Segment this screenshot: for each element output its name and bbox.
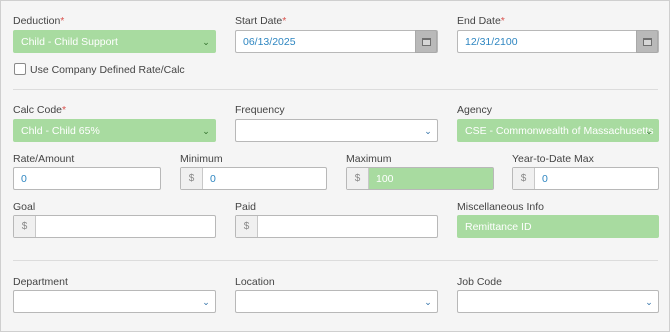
agency-label: Agency (457, 104, 493, 116)
rate-amount-value: 0 (21, 172, 27, 185)
ytd-max-input[interactable]: $ 0 (512, 167, 659, 190)
maximum-input[interactable]: $ 100 (346, 167, 494, 190)
minimum-label: Minimum (180, 153, 223, 165)
job-code-label: Job Code (457, 276, 502, 288)
calc-code-label: Calc Code* (13, 104, 66, 116)
location-select[interactable]: ⌄ (235, 290, 438, 313)
calc-code-value: Chld - Child 65% (21, 124, 100, 137)
chevron-down-icon: ⌄ (424, 125, 432, 136)
chevron-down-icon: ⌄ (202, 125, 210, 136)
goal-label: Goal (13, 201, 36, 213)
minimum-value: 0 (210, 172, 216, 185)
deduction-select[interactable]: Child - Child Support ⌄ (13, 30, 216, 53)
calendar-icon (421, 37, 431, 46)
currency-prefix: $ (181, 168, 203, 189)
start-date-value: 06/13/2025 (243, 35, 296, 48)
use-company-rate-checkbox[interactable] (14, 63, 26, 75)
section-divider (13, 89, 658, 90)
ytd-max-label: Year-to-Date Max (512, 153, 594, 165)
misc-info-input[interactable]: Remittance ID (457, 215, 659, 238)
end-date-calendar-button[interactable] (636, 30, 658, 53)
chevron-down-icon: ⌄ (645, 125, 653, 136)
required-marker: * (62, 104, 67, 116)
misc-info-label: Miscellaneous Info (457, 201, 544, 213)
start-date-label-text: Start Date (235, 15, 283, 27)
frequency-label: Frequency (235, 104, 285, 116)
chevron-down-icon: ⌄ (424, 296, 432, 307)
goal-input[interactable]: $ (13, 215, 216, 238)
department-label: Department (13, 276, 68, 288)
department-select[interactable]: ⌄ (13, 290, 216, 313)
currency-prefix: $ (347, 168, 369, 189)
end-date-label: End Date* (457, 15, 505, 27)
currency-prefix: $ (513, 168, 535, 189)
chevron-down-icon: ⌄ (202, 296, 210, 307)
misc-info-value: Remittance ID (465, 220, 532, 233)
required-marker: * (500, 15, 505, 27)
end-date-value: 12/31/2100 (465, 35, 518, 48)
maximum-value: 100 (376, 172, 394, 185)
required-marker: * (282, 15, 287, 27)
agency-value: CSE - Commonwealth of Massachusetts (465, 124, 654, 137)
start-date-input[interactable]: 06/13/2025 (235, 30, 438, 53)
paid-input[interactable]: $ (235, 215, 438, 238)
end-date-input[interactable]: 12/31/2100 (457, 30, 659, 53)
calendar-icon (642, 37, 652, 46)
agency-select[interactable]: CSE - Commonwealth of Massachusetts ⌄ (457, 119, 659, 142)
currency-prefix: $ (236, 216, 258, 237)
start-date-calendar-button[interactable] (415, 30, 437, 53)
section-divider (13, 260, 658, 261)
location-label: Location (235, 276, 275, 288)
job-code-select[interactable]: ⌄ (457, 290, 659, 313)
required-marker: * (60, 15, 65, 27)
rate-amount-input[interactable]: 0 (13, 167, 161, 190)
calc-code-select[interactable]: Chld - Child 65% ⌄ (13, 119, 216, 142)
paid-label: Paid (235, 201, 257, 213)
maximum-label: Maximum (346, 153, 392, 165)
currency-prefix: $ (14, 216, 36, 237)
deduction-form-panel: Deduction* Child - Child Support ⌄ Start… (0, 0, 670, 332)
start-date-label: Start Date* (235, 15, 286, 27)
end-date-label-text: End Date (457, 15, 501, 27)
use-company-rate-label: Use Company Defined Rate/Calc (30, 64, 185, 76)
rate-amount-label: Rate/Amount (13, 153, 75, 165)
deduction-label: Deduction* (13, 15, 64, 27)
chevron-down-icon: ⌄ (645, 296, 653, 307)
chevron-down-icon: ⌄ (202, 36, 210, 47)
deduction-label-text: Deduction (13, 15, 61, 27)
minimum-input[interactable]: $ 0 (180, 167, 327, 190)
frequency-select[interactable]: ⌄ (235, 119, 438, 142)
ytd-max-value: 0 (542, 172, 548, 185)
deduction-value: Child - Child Support (21, 35, 118, 48)
calc-code-label-text: Calc Code (13, 104, 63, 116)
